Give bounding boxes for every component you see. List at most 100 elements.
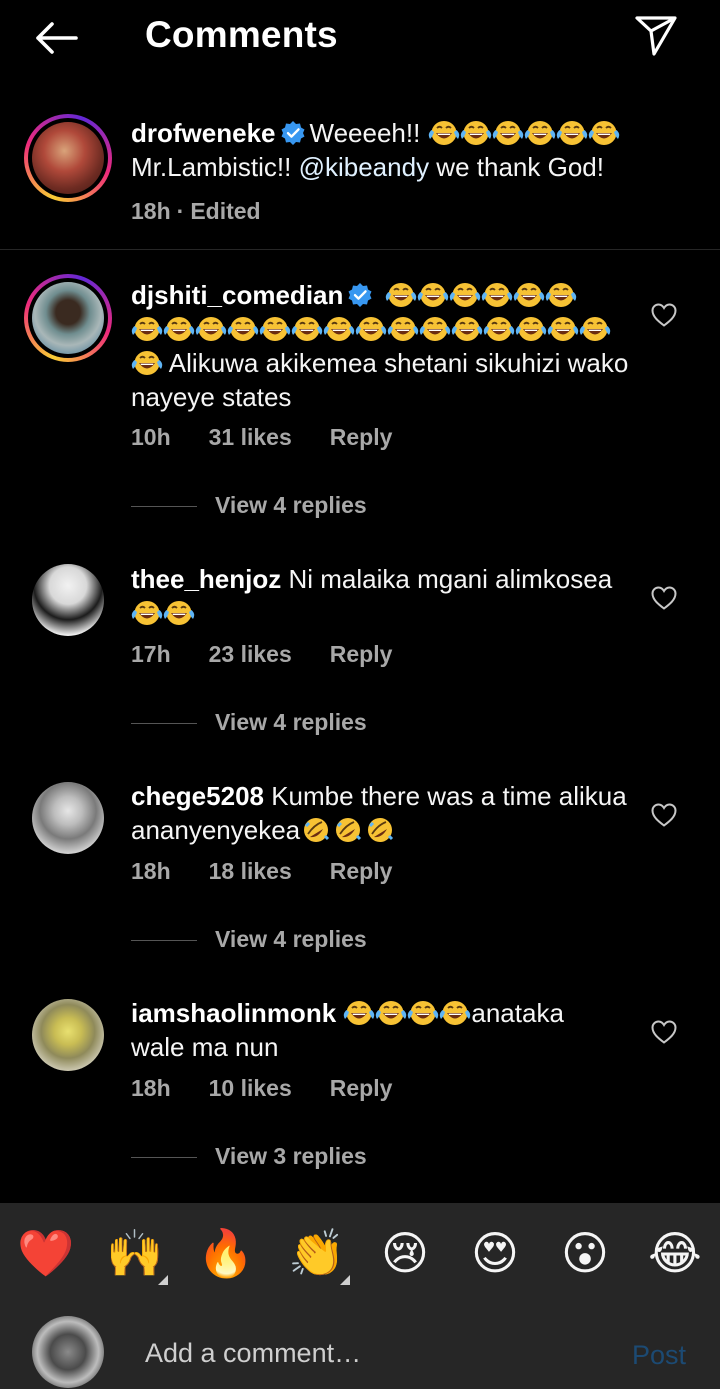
avatar[interactable] [24, 274, 112, 362]
tears-of-joy-icon [556, 120, 588, 146]
tears-of-joy-icon [419, 316, 451, 342]
tears-of-joy-icon [323, 316, 355, 342]
reply-button[interactable]: Reply [330, 1075, 393, 1101]
comment-body: Ni malaika mgani alimkosea [288, 564, 613, 594]
emoji-row [385, 280, 577, 310]
rolling-laughing-icon [300, 817, 332, 843]
tears-of-joy-icon [481, 282, 513, 308]
username[interactable]: djshiti_comedian [131, 280, 343, 310]
heart-outline-icon[interactable] [650, 802, 678, 828]
comment-meta: 18h 10 likes Reply [131, 1075, 430, 1102]
tears-of-joy-icon [524, 120, 556, 146]
username[interactable]: thee_henjoz [131, 564, 281, 594]
timestamp: 18h [131, 858, 171, 884]
caption-text: drofweneke Weeeeh!! Mr.Lambistic!! @kibea… [131, 116, 631, 184]
tears-of-joy-icon [291, 316, 323, 342]
username[interactable]: drofweneke [131, 118, 276, 148]
tears-of-joy-icon [439, 1000, 471, 1026]
divider [131, 506, 197, 507]
comment-meta: 17h 23 likes Reply [131, 641, 430, 668]
view-replies-label: View 4 replies [215, 492, 367, 518]
paper-plane-icon[interactable] [632, 10, 680, 58]
likes-count[interactable]: 31 likes [209, 424, 292, 450]
emoji-row [131, 314, 611, 344]
reaction-tears-of-joy[interactable]: 😂 [647, 1225, 703, 1281]
heart-outline-icon[interactable] [650, 302, 678, 328]
tears-of-joy-icon [407, 1000, 439, 1026]
comment-meta: 18h 18 likes Reply [131, 858, 430, 885]
tears-of-joy-icon [131, 600, 163, 626]
divider [131, 723, 197, 724]
quick-reactions-bar: ❤️ 🙌 🔥 👏 😢 😍 😮 😂 [0, 1203, 720, 1303]
mention-link[interactable]: @kibeandy [299, 152, 429, 182]
tears-of-joy-icon [588, 120, 620, 146]
separator: · [176, 198, 185, 224]
reply-button[interactable]: Reply [330, 424, 393, 450]
reaction-red-heart[interactable]: ❤️ [17, 1225, 74, 1281]
reaction-raising-hands[interactable]: 🙌 [106, 1225, 168, 1285]
comment-text: thee_henjoz Ni malaika mgani alimkosea [131, 562, 631, 630]
raising-hands-icon: 🙌 [106, 1227, 164, 1279]
comment-input[interactable] [145, 1333, 605, 1373]
post-button[interactable]: Post [632, 1340, 686, 1371]
tears-of-joy-icon [131, 316, 163, 342]
tears-of-joy-icon [375, 1000, 407, 1026]
arrow-left-icon[interactable] [30, 18, 82, 58]
tears-of-joy-icon [545, 282, 577, 308]
likes-count[interactable]: 23 likes [209, 641, 292, 667]
tears-of-joy-icon [483, 316, 515, 342]
reaction-clapping-hands[interactable]: 👏 [288, 1225, 350, 1285]
edited-label: Edited [190, 198, 261, 224]
tears-of-joy-icon [387, 316, 419, 342]
caption-text-a: Mr.Lambistic!! [131, 152, 299, 182]
reply-button[interactable]: Reply [330, 858, 393, 884]
tears-of-joy-icon [515, 316, 547, 342]
reaction-fire[interactable]: 🔥 [197, 1225, 254, 1281]
verified-badge-icon [347, 282, 373, 308]
likes-count[interactable]: 10 likes [209, 1075, 292, 1101]
emoji-row [428, 118, 620, 148]
heart-outline-icon[interactable] [650, 1019, 678, 1045]
reaction-crying-face[interactable]: 😢 [377, 1225, 433, 1281]
timestamp: 17h [131, 641, 171, 667]
reaction-heart-eyes[interactable]: 😍 [467, 1225, 523, 1281]
comment-meta: 10h 31 likes Reply [131, 424, 430, 451]
tears-of-joy-icon [343, 1000, 375, 1026]
avatar[interactable] [32, 999, 104, 1071]
likes-count[interactable]: 18 likes [209, 858, 292, 884]
reply-button[interactable]: Reply [330, 641, 393, 667]
skin-tone-corner-icon [158, 1275, 168, 1285]
timestamp: 10h [131, 424, 171, 450]
comment-body: anataka [471, 998, 564, 1028]
comment-text: chege5208 Kumbe there was a time alikua … [131, 779, 631, 847]
divider [131, 940, 197, 941]
caption-text-b: we thank God! [429, 152, 604, 182]
tears-of-joy-icon [259, 316, 291, 342]
tears-of-joy-icon [449, 282, 481, 308]
tears-of-joy-icon [227, 316, 259, 342]
rolling-laughing-icon [364, 817, 396, 843]
avatar[interactable] [32, 782, 104, 854]
comment-composer: Post [0, 1303, 720, 1389]
tears-of-joy-icon [195, 316, 227, 342]
tears-of-joy-icon [428, 120, 460, 146]
tears-of-joy-icon [513, 282, 545, 308]
tears-of-joy-icon [451, 316, 483, 342]
reaction-surprised-face[interactable]: 😮 [557, 1225, 613, 1281]
page-title: Comments [145, 14, 338, 55]
view-replies-label: View 3 replies [215, 1143, 367, 1169]
username[interactable]: iamshaolinmonk [131, 998, 336, 1028]
tears-of-joy-icon [163, 600, 195, 626]
avatar[interactable] [24, 114, 112, 202]
avatar[interactable] [32, 564, 104, 636]
clapping-hands-icon: 👏 [288, 1227, 346, 1279]
verified-badge-icon [280, 120, 306, 146]
tears-of-joy-icon [417, 282, 449, 308]
tears-of-joy-icon [131, 350, 163, 376]
username[interactable]: chege5208 [131, 781, 264, 811]
avatar [32, 1316, 104, 1388]
heart-outline-icon[interactable] [650, 585, 678, 611]
skin-tone-corner-icon [340, 1275, 350, 1285]
caption-line-1: Weeeeh!! [309, 118, 421, 148]
top-bar: Comments [0, 0, 720, 72]
